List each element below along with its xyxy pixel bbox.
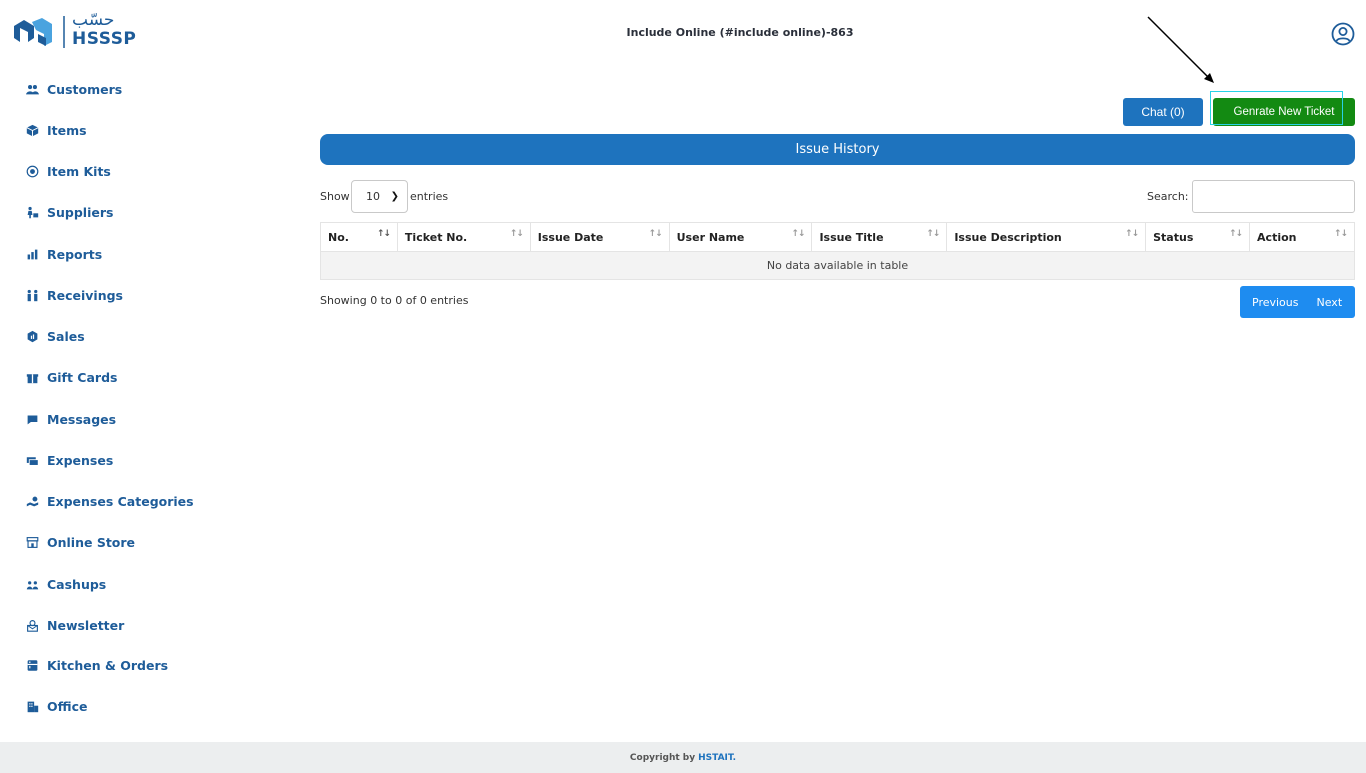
- sort-icon: ↑↓: [791, 229, 805, 239]
- sidebar-item-label: Expenses: [47, 452, 114, 468]
- sidebar-item-label: Suppliers: [47, 204, 114, 220]
- user-circle-icon[interactable]: [1331, 22, 1355, 46]
- pagination: Previous Next: [1240, 286, 1355, 318]
- column-header-issue-description[interactable]: Issue Description ↑↓: [946, 222, 1147, 252]
- kit-icon: [24, 163, 40, 179]
- sidebar-item-items[interactable]: Items: [24, 119, 87, 141]
- annotation-arrow-icon: [1147, 16, 1214, 83]
- column-header-user-name[interactable]: User Name ↑↓: [668, 222, 813, 252]
- table-info: Showing 0 to 0 of 0 entries: [320, 294, 469, 307]
- footer-copyright: Copyright by: [629, 752, 696, 763]
- page-title: Include Online (#include online)-863: [626, 26, 854, 39]
- expense-category-icon: [24, 493, 40, 509]
- sidebar-item-label: Item Kits: [47, 163, 111, 179]
- sidebar-item-label: Office: [47, 698, 88, 714]
- users-icon: [24, 81, 40, 97]
- kitchen-icon: [24, 657, 40, 673]
- office-icon: [24, 698, 40, 714]
- sidebar-item-online-store[interactable]: Online Store: [24, 531, 135, 553]
- supplier-icon: [24, 204, 40, 220]
- chevron-down-icon: ❯: [390, 191, 399, 202]
- issue-history-table: No. ↑↓ Ticket No. ↑↓ Issue Date ↑↓ User Nam…: [320, 222, 1355, 280]
- sidebar-item-reports[interactable]: Reports: [24, 243, 102, 265]
- generate-ticket-button[interactable]: Genrate New Ticket: [1213, 98, 1355, 126]
- sort-icon: ↑↓: [509, 229, 524, 239]
- chat-button[interactable]: Chat (0): [1123, 98, 1203, 126]
- sort-icon: ↑↓: [1228, 229, 1243, 239]
- sidebar-item-label: Gift Cards: [47, 369, 118, 385]
- sidebar-item-receivings[interactable]: Receivings: [24, 284, 123, 306]
- gift-icon: [24, 369, 40, 385]
- sort-icon: ↑↓: [1125, 229, 1139, 239]
- sort-icon: ↑↓: [376, 229, 391, 239]
- column-header-label: Issue Title: [819, 230, 884, 244]
- column-header-label: Action: [1257, 230, 1297, 244]
- table-row: No data available in table: [320, 251, 1355, 280]
- sort-icon: ↑↓: [648, 229, 663, 239]
- chart-icon: [24, 246, 40, 262]
- sidebar-item-office[interactable]: Office: [24, 695, 87, 717]
- expenses-icon: [24, 452, 40, 468]
- message-icon: [24, 411, 40, 427]
- column-header-label: Ticket No.: [404, 230, 468, 244]
- sidebar-item-suppliers[interactable]: Suppliers: [24, 201, 113, 223]
- sales-icon: [24, 328, 40, 344]
- sidebar-item-label: Kitchen & Orders: [47, 657, 169, 673]
- entries-label: entries: [410, 190, 449, 203]
- column-header-label: User Name: [676, 230, 745, 244]
- sidebar-item-expenses-categories[interactable]: Expenses Categories: [24, 490, 194, 512]
- sidebar-item-expenses[interactable]: Expenses: [24, 449, 113, 471]
- column-header-issue-date[interactable]: Issue Date ↑↓: [529, 222, 670, 252]
- store-icon: [24, 534, 40, 550]
- sidebar-item-label: Customers: [47, 81, 123, 97]
- column-header-label: Issue Description: [954, 230, 1062, 244]
- footer-brand-link[interactable]: HSTAIT.: [698, 753, 736, 763]
- sidebar-item-cashups[interactable]: Cashups: [24, 573, 106, 595]
- column-header-issue-title[interactable]: Issue Title ↑↓: [811, 222, 948, 252]
- issue-history-header: Issue History: [320, 134, 1355, 165]
- sort-icon: ↑↓: [1333, 229, 1348, 239]
- sidebar-item-messages[interactable]: Messages: [24, 408, 116, 430]
- show-label: Show: [320, 190, 350, 203]
- sidebar-item-kitchen-orders[interactable]: Kitchen & Orders: [24, 654, 168, 676]
- box-icon: [24, 122, 40, 138]
- sidebar-item-label: Newsletter: [47, 617, 125, 633]
- next-page-button[interactable]: Next: [1317, 296, 1343, 309]
- search-label: Search:: [1147, 190, 1189, 203]
- sidebar-item-newsletter[interactable]: Newsletter: [24, 614, 124, 636]
- previous-page-button[interactable]: Previous: [1252, 296, 1299, 309]
- sidebar-item-item-kits[interactable]: Item Kits: [24, 160, 111, 182]
- column-header-ticket-no[interactable]: Ticket No. ↑↓: [396, 222, 531, 252]
- empty-table-message: No data available in table: [320, 251, 1355, 280]
- column-header-status[interactable]: Status ↑↓: [1145, 222, 1251, 252]
- sidebar-item-label: Receivings: [47, 287, 123, 303]
- entries-length-value: 10: [366, 190, 380, 203]
- sidebar-item-label: Items: [47, 122, 87, 138]
- sort-icon: ↑↓: [926, 229, 940, 239]
- column-header-label: No.: [328, 230, 349, 244]
- table-header-row: No. ↑↓ Ticket No. ↑↓ Issue Date ↑↓ User Nam…: [320, 222, 1355, 252]
- receiving-icon: [24, 287, 40, 303]
- sidebar-item-label: Sales: [47, 328, 85, 344]
- column-header-label: Issue Date: [537, 230, 604, 244]
- column-header-no[interactable]: No. ↑↓: [320, 222, 398, 252]
- sidebar-item-label: Expenses Categories: [47, 493, 194, 509]
- cashup-icon: [24, 576, 40, 592]
- search-input[interactable]: [1192, 180, 1355, 213]
- sidebar-item-label: Cashups: [47, 576, 107, 592]
- entries-length-select[interactable]: 10 ❯: [351, 180, 408, 213]
- sidebar-item-customers[interactable]: Customers: [24, 78, 122, 100]
- sidebar-item-sales[interactable]: Sales: [24, 325, 85, 347]
- sidebar-item-label: Messages: [47, 411, 117, 427]
- sidebar-item-gift-cards[interactable]: Gift Cards: [24, 366, 117, 388]
- column-header-action[interactable]: Action ↑↓: [1249, 222, 1355, 252]
- newsletter-icon: [24, 617, 40, 633]
- footer: Copyright by HSTAIT.: [0, 742, 1366, 773]
- column-header-label: Status: [1153, 230, 1194, 244]
- sidebar-item-label: Online Store: [47, 534, 136, 550]
- sidebar-item-label: Reports: [47, 246, 103, 262]
